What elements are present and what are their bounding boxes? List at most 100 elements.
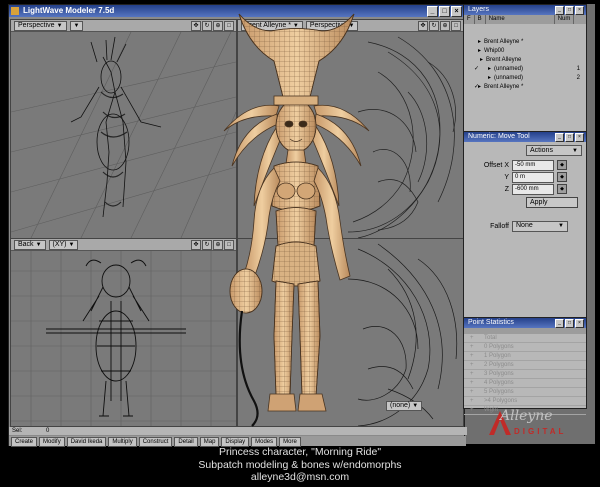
select-plus-icon[interactable]: + <box>470 388 474 396</box>
layers-spacer <box>464 24 586 38</box>
selection-count: 0 <box>46 428 50 434</box>
point-stat-row[interactable]: +3 Polygons <box>464 370 586 379</box>
select-plus-icon[interactable]: + <box>470 361 474 369</box>
col-foreground[interactable]: F <box>464 15 475 24</box>
zoom-view-icon[interactable]: ⊕ <box>440 20 450 31</box>
offset-x-label: Offset X <box>483 161 509 169</box>
point-stat-row[interactable]: +5 Polygons <box>464 388 586 397</box>
maximize-button[interactable]: □ <box>565 319 574 328</box>
minimize-button[interactable]: _ <box>555 319 564 328</box>
layer-check-icon[interactable]: ✓ <box>474 65 479 74</box>
close-button[interactable]: × <box>575 6 584 15</box>
y-spinner-icon[interactable]: ◆ <box>557 172 567 182</box>
numeric-panel: Numeric: Move Tool _ □ × Actions ▼ Offset X… <box>463 131 587 319</box>
layer-row[interactable]: ✓ ▸ (unnamed) 1 <box>464 65 586 74</box>
view-type-dropdown[interactable]: Perspective ▼ <box>14 20 67 31</box>
layers-titlebar[interactable]: Layers _ □ × <box>464 5 586 15</box>
layers-panel: Layers _ □ × F B Name Num ▸ Brent Alleyne *… <box>463 4 587 132</box>
layer-expand-icon[interactable]: ▸ <box>478 47 481 56</box>
layer-expand-icon[interactable]: ▸ <box>478 83 481 92</box>
move-view-icon[interactable]: ✥ <box>418 20 428 31</box>
point-statistics-title: Point Statistics <box>468 319 514 326</box>
select-plus-icon[interactable]: + <box>470 397 474 405</box>
layer-expand-icon[interactable]: ▸ <box>478 38 481 47</box>
shading-dropdown-right[interactable]: (none) ▼ <box>386 401 423 411</box>
layer-name: (unnamed) <box>494 66 524 72</box>
select-plus-icon[interactable]: + <box>470 379 474 387</box>
point-statistics-titlebar[interactable]: Point Statistics _ □ × <box>464 318 586 328</box>
y-field[interactable]: 0 m <box>512 171 554 183</box>
viewport-back[interactable]: Back ▼ (XY) ▼ ✥ ↻ ⊕ □ <box>10 238 237 427</box>
select-plus-icon[interactable]: + <box>470 406 474 414</box>
back-wire-view <box>11 251 236 426</box>
layer-name: Brent Alleyne * <box>484 39 524 45</box>
minimize-button[interactable]: _ <box>427 6 438 17</box>
select-plus-icon[interactable]: + <box>470 370 474 378</box>
princess-character-render <box>223 13 370 427</box>
viewport-perspective[interactable]: Perspective ▼ ▼ ✥ ↻ ⊕ □ <box>10 19 237 239</box>
maximize-button[interactable]: □ <box>565 133 574 142</box>
offset-x-spinner-icon[interactable]: ◆ <box>557 160 567 170</box>
minimize-button[interactable]: _ <box>555 133 564 142</box>
layer-expand-icon[interactable]: ▸ <box>488 74 491 83</box>
caption-email: alleyne3d@msn.com <box>250 471 350 483</box>
minimize-button[interactable]: _ <box>555 6 564 15</box>
point-statistics-list: + Total +0 Polygons +1 Polygon +2 Polygons +3… <box>464 334 586 415</box>
layer-row[interactable]: ▸ Whip00 <box>464 47 586 56</box>
select-plus-icon[interactable]: + <box>470 334 474 342</box>
maximize-button[interactable]: □ <box>565 6 574 15</box>
close-button[interactable]: × <box>575 319 584 328</box>
close-button[interactable]: × <box>575 133 584 142</box>
layer-name: Brent Alleyne <box>486 57 522 63</box>
point-stat-label: 4 Polygons <box>484 380 514 386</box>
select-plus-icon[interactable]: + <box>470 352 474 360</box>
col-background[interactable]: B <box>475 15 486 24</box>
apply-button[interactable]: Apply <box>526 197 578 208</box>
shading-dropdown[interactable]: ▼ <box>69 20 84 31</box>
actions-dropdown[interactable]: Actions ▼ <box>526 145 582 156</box>
point-stat-label: 2 Polygons <box>484 362 514 368</box>
z-spinner-icon[interactable]: ◆ <box>557 184 567 194</box>
falloff-row: Falloff None ▼ <box>464 220 586 232</box>
point-stat-label: 3 Polygons <box>484 371 514 377</box>
view-type-dropdown-back[interactable]: Back ▼ <box>14 239 46 250</box>
layer-row[interactable]: ▸ Brent Alleyne * <box>464 38 586 47</box>
layer-expand-icon[interactable]: ▸ <box>480 56 483 65</box>
offset-x-field[interactable]: -50 mm <box>512 159 554 171</box>
layer-row[interactable]: ▸ (unnamed) 2 <box>464 74 586 83</box>
col-num[interactable]: Num <box>555 15 575 24</box>
window-title: LightWave Modeler 7.5d <box>23 6 115 15</box>
maximize-button[interactable]: □ <box>439 6 450 17</box>
point-stat-label: 0 Polygons <box>484 344 514 350</box>
rotate-view-icon[interactable]: ↻ <box>202 20 212 31</box>
axis-dropdown[interactable]: (XY) ▼ <box>48 239 79 250</box>
rotate-view-icon[interactable]: ↻ <box>202 239 212 250</box>
point-stat-label: >4 Polygons <box>484 398 518 404</box>
move-view-icon[interactable]: ✥ <box>191 239 201 250</box>
layer-expand-icon[interactable]: ▸ <box>488 65 491 74</box>
point-stat-label: 1 Polygon <box>484 353 511 359</box>
z-field[interactable]: -600 mm <box>512 183 554 195</box>
layer-row[interactable]: ▸ Brent Alleyne <box>464 56 586 65</box>
move-view-icon[interactable]: ✥ <box>191 20 201 31</box>
app-icon <box>11 7 19 15</box>
point-stat-row[interactable]: +2 Polygons <box>464 361 586 370</box>
rotate-view-icon[interactable]: ↻ <box>429 20 439 31</box>
point-stat-row[interactable]: + >4 Polygons <box>464 397 586 406</box>
layer-row[interactable]: ✓ ▸ Brent Alleyne * <box>464 83 586 92</box>
point-stat-row[interactable]: +4 Polygons <box>464 379 586 388</box>
close-button[interactable]: × <box>451 6 462 17</box>
maximize-view-icon[interactable]: □ <box>451 20 461 31</box>
point-stat-row[interactable]: +1 Polygon <box>464 352 586 361</box>
col-name[interactable]: Name <box>486 15 555 24</box>
layer-number: 1 <box>576 66 580 72</box>
falloff-dropdown[interactable]: None ▼ <box>512 220 568 232</box>
select-plus-icon[interactable]: + <box>470 343 474 351</box>
point-stat-row[interactable]: +0 Polygons <box>464 343 586 352</box>
point-stat-row[interactable]: + Total <box>464 334 586 343</box>
layers-column-header: F B Name Num <box>464 15 586 24</box>
numeric-titlebar[interactable]: Numeric: Move Tool _ □ × <box>464 132 586 142</box>
y-row: Y 0 m ◆ <box>464 171 586 183</box>
alleyne-digital-logo: Alleyne DIGITAL <box>488 406 584 442</box>
numeric-title: Numeric: Move Tool <box>468 133 530 140</box>
